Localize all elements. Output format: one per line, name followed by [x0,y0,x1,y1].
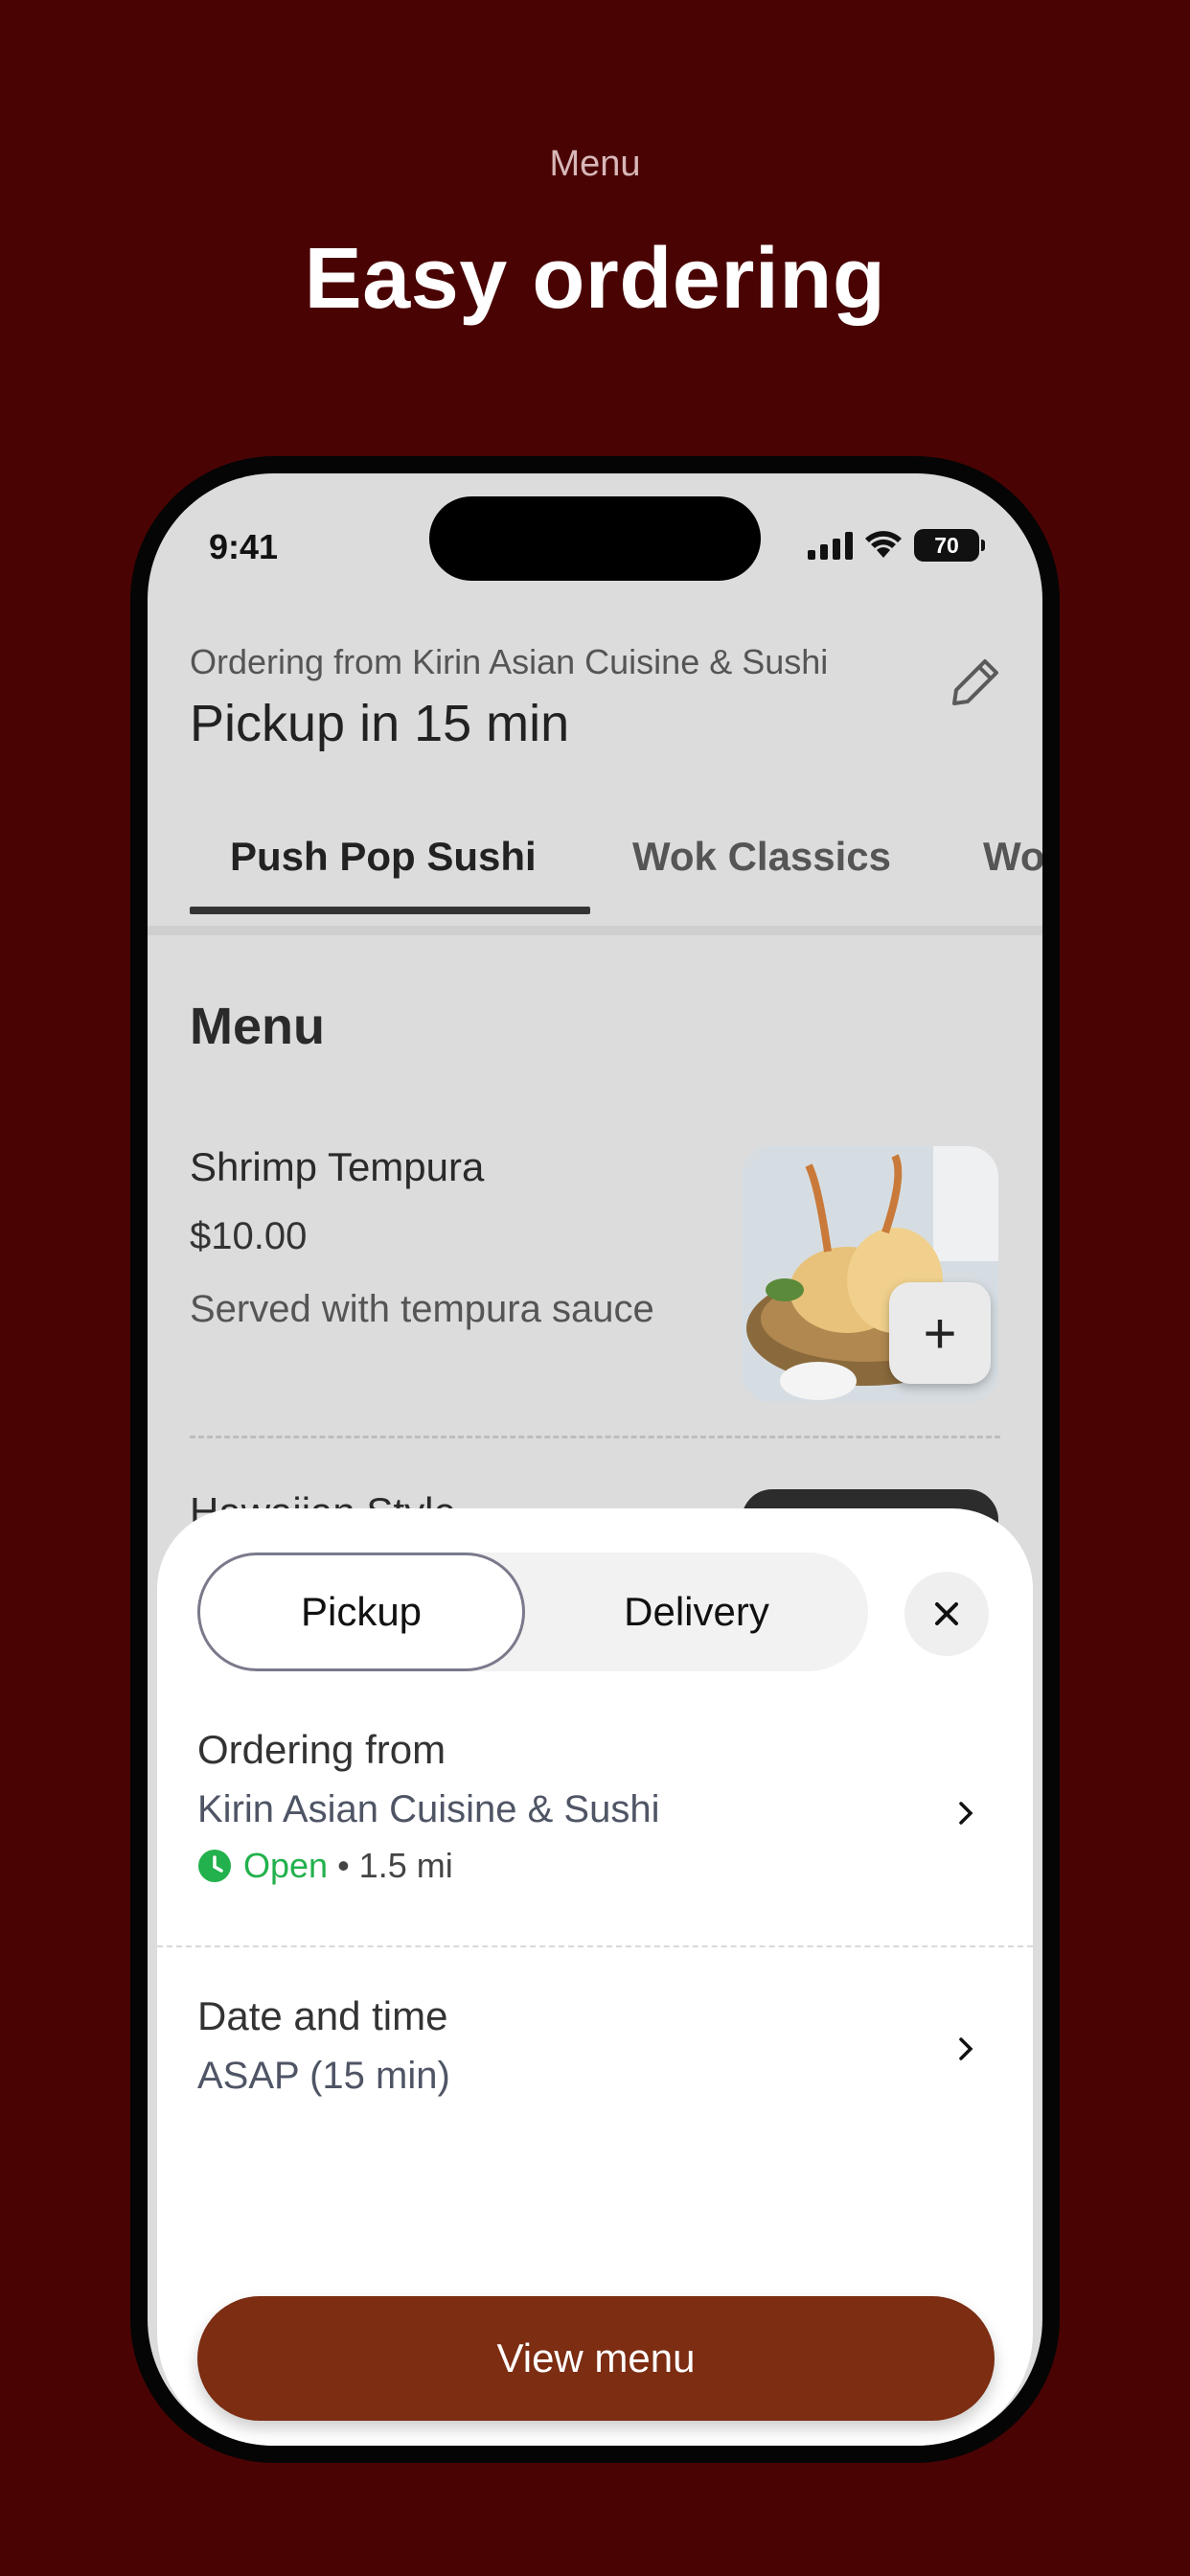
pickup-eta: Pickup in 15 min [190,695,570,752]
phone-screen: 9:41 70 Ordering from Kirin Asian Cuisin… [148,473,1042,2446]
tab-wok-classics[interactable]: Wok Classics [632,834,891,880]
tab-wo[interactable]: Wo [983,834,1042,880]
item-divider [190,1436,1000,1438]
order-options-sheet: Pickup Delivery Ordering from Kirin Asia… [157,1508,1033,2446]
delivery-option[interactable]: Delivery [525,1552,868,1671]
item-description: Served with tempura sauce [190,1288,654,1330]
status-time: 9:41 [209,527,279,566]
promo-title: Easy ordering [304,231,886,327]
item-name: Shrimp Tempura [190,1144,485,1189]
chevron-right-icon [959,1802,973,1825]
battery-icon: 70 [914,529,985,562]
ordering-from-title: Ordering from [197,1727,446,1772]
sheet-divider [157,1945,1033,1947]
pencil-icon[interactable] [947,654,1004,711]
phone-frame: 9:41 70 Ordering from Kirin Asian Cuisin… [130,456,1060,2463]
dynamic-island [429,496,761,581]
status-bar: 9:41 70 [148,473,1042,588]
close-button[interactable] [904,1572,989,1656]
date-time-value: ASAP (15 min) [197,2055,450,2097]
tab-push-pop-sushi[interactable]: Push Pop Sushi [230,834,537,880]
pickup-option[interactable]: Pickup [197,1552,525,1671]
tab-divider [148,926,1042,935]
clock-icon [198,1850,231,1882]
ordering-from-label: Ordering from Kirin Asian Cuisine & Sush… [190,642,829,681]
add-item-button[interactable]: + [889,1282,991,1384]
open-status: Open [243,1846,329,1885]
wifi-icon [865,531,902,558]
category-tabs: Push Pop Sushi Wok Classics Wo [148,815,1042,920]
distance: • 1.5 mi [337,1846,453,1885]
close-icon [935,1602,958,1625]
view-menu-button[interactable]: View menu [197,2296,995,2421]
open-status-line: Open • 1.5 mi [197,1846,453,1886]
status-icons: 70 [808,529,985,562]
chevron-right-icon [959,2037,973,2060]
signal-icon [808,531,853,560]
active-tab-indicator [190,907,590,914]
date-time-title: Date and time [197,1993,448,2038]
restaurant-name: Kirin Asian Cuisine & Sushi [197,1788,660,1830]
pickup-delivery-toggle: Pickup Delivery [197,1552,868,1671]
menu-section-title: Menu [190,998,325,1055]
promo-subtitle: Menu [549,144,641,184]
item-price: $10.00 [190,1215,308,1257]
